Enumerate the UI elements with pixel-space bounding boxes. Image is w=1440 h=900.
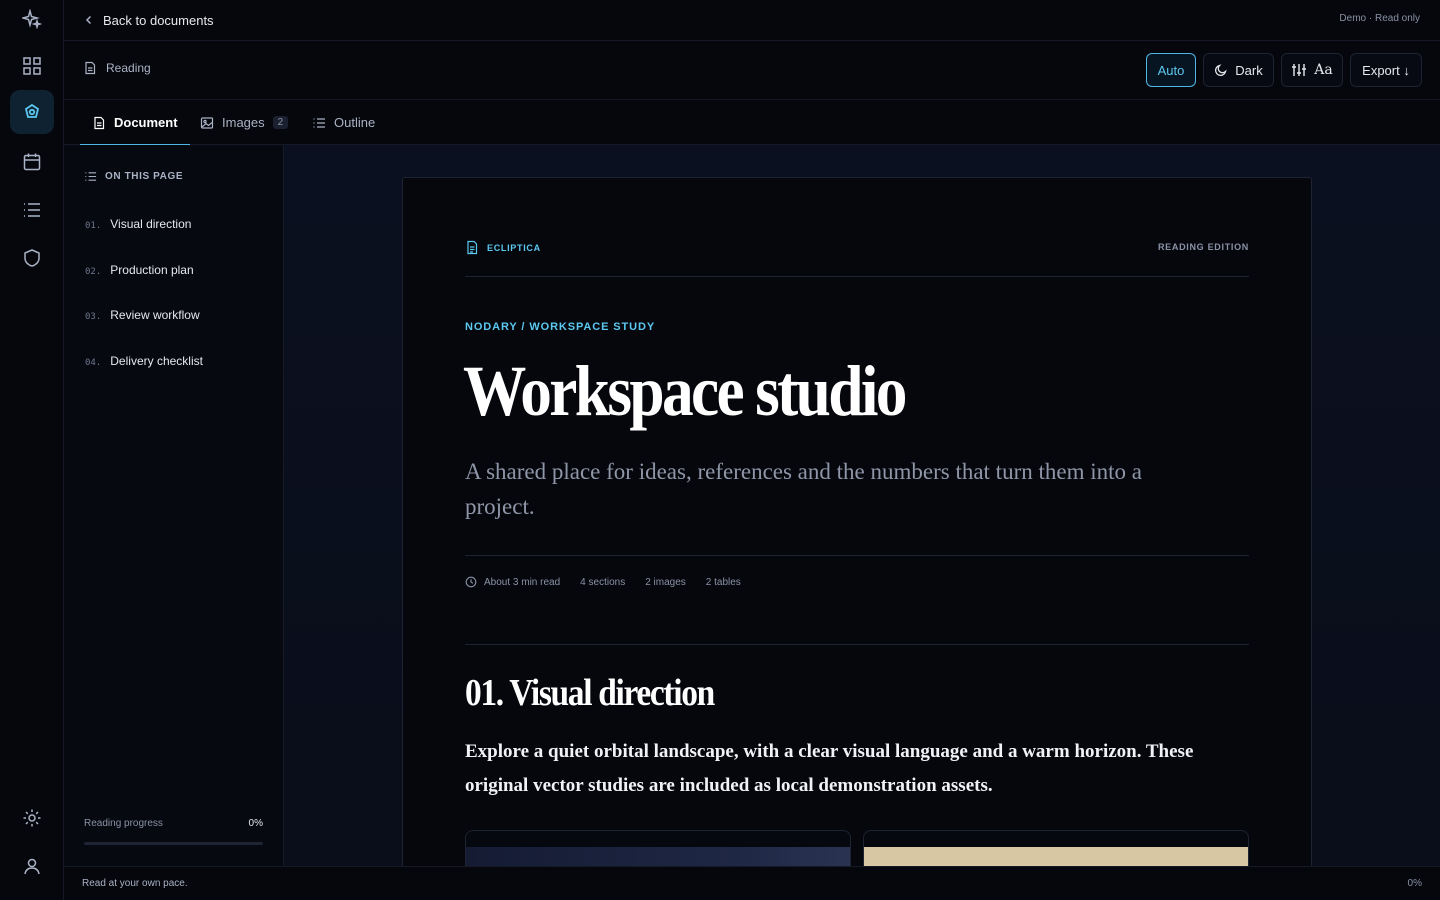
toc-label: Delivery checklist bbox=[110, 354, 203, 368]
toc-label: Review workflow bbox=[110, 308, 200, 322]
document-metadata: About 3 min read 4 sections 2 images 2 t… bbox=[465, 576, 741, 588]
orbital-landscape-image[interactable] bbox=[465, 830, 851, 866]
reading-progress-value: 0% bbox=[248, 818, 263, 829]
reading-progress-bar bbox=[84, 842, 263, 845]
document-icon bbox=[92, 116, 106, 130]
typography-settings-button[interactable]: Aa bbox=[1281, 53, 1343, 87]
divider bbox=[465, 644, 1249, 645]
clock-icon bbox=[465, 576, 477, 588]
document-viewport[interactable]: ECLIPTICA READING EDITION NODARY / WORKS… bbox=[284, 145, 1440, 866]
workspace-icon[interactable] bbox=[10, 90, 54, 134]
toc-label: Production plan bbox=[110, 263, 194, 277]
outline-icon bbox=[312, 116, 326, 130]
auto-theme-button[interactable]: Auto bbox=[1146, 53, 1196, 87]
back-label: Back to documents bbox=[103, 12, 214, 28]
toc-item-delivery-checklist[interactable]: 04. Delivery checklist bbox=[85, 354, 203, 368]
tables-count: 2 tables bbox=[705, 576, 741, 588]
tab-document-label: Document bbox=[114, 115, 178, 130]
images-count-badge: 2 bbox=[272, 116, 289, 129]
footer-progress: 0% bbox=[1407, 878, 1422, 889]
shield-icon[interactable] bbox=[10, 236, 54, 280]
document-title: Workspace studio bbox=[463, 351, 907, 431]
moon-icon bbox=[1214, 63, 1228, 77]
image-artwork bbox=[466, 847, 850, 866]
read-time-label: About 3 min read bbox=[484, 576, 561, 588]
dark-theme-button[interactable]: Dark bbox=[1203, 53, 1274, 87]
document-tabs: Document Images 2 Outline bbox=[64, 100, 1440, 146]
tab-outline-label: Outline bbox=[334, 115, 376, 130]
read-only-status: Demo · Read only bbox=[1339, 13, 1420, 24]
status-footer: Read at your own pace. 0% bbox=[64, 866, 1440, 900]
document-subtitle: A shared place for ideas, references and… bbox=[465, 459, 1142, 519]
reading-progress-label: Reading progress bbox=[84, 818, 163, 829]
toc-title: ON THIS PAGE bbox=[105, 171, 184, 182]
sliders-icon bbox=[1291, 63, 1307, 77]
document-toolbar: Reading Auto Dark Aa Export ↓ bbox=[64, 41, 1440, 100]
toc-item-review-workflow[interactable]: 03. Review workflow bbox=[85, 308, 200, 322]
dark-theme-label: Dark bbox=[1235, 62, 1263, 78]
list-icon bbox=[84, 170, 97, 183]
gear-icon[interactable] bbox=[10, 796, 54, 840]
document-icon bbox=[465, 240, 479, 255]
divider bbox=[465, 555, 1249, 556]
reading-mode: Reading bbox=[83, 61, 151, 75]
back-to-documents-link[interactable]: Back to documents bbox=[84, 10, 214, 30]
tab-document[interactable]: Document bbox=[80, 100, 190, 146]
list-icon[interactable] bbox=[10, 188, 54, 232]
document-icon bbox=[83, 61, 97, 75]
brand: ECLIPTICA bbox=[465, 240, 541, 255]
top-bar: Back to documents Demo · Read only bbox=[64, 0, 1440, 41]
edition-label: READING EDITION bbox=[1157, 242, 1249, 252]
toc-heading: ON THIS PAGE bbox=[84, 170, 183, 183]
toc-label: Visual direction bbox=[110, 217, 192, 231]
user-icon[interactable] bbox=[10, 844, 54, 888]
toc-number: 03. bbox=[85, 312, 102, 322]
toc-item-visual-direction[interactable]: 01. Visual direction bbox=[85, 217, 191, 231]
image-icon bbox=[200, 116, 214, 130]
document-card: ECLIPTICA READING EDITION NODARY / WORKS… bbox=[402, 177, 1312, 866]
toc-number: 01. bbox=[85, 221, 102, 231]
section-body: Explore a quiet orbital landscape, with … bbox=[465, 741, 1194, 796]
chevron-left-icon bbox=[84, 15, 94, 25]
footer-message: Read at your own pace. bbox=[82, 878, 188, 889]
tab-outline[interactable]: Outline bbox=[300, 100, 387, 145]
tab-images-label: Images bbox=[222, 115, 265, 130]
warm-horizon-image[interactable] bbox=[863, 830, 1249, 866]
read-time: About 3 min read bbox=[465, 576, 560, 588]
font-size-label: Aa bbox=[1314, 62, 1333, 78]
image-artwork bbox=[864, 847, 1248, 866]
toc-number: 02. bbox=[85, 267, 102, 277]
section-title: 01. Visual direction bbox=[465, 672, 715, 714]
app-rail bbox=[0, 0, 64, 900]
document-header: ECLIPTICA READING EDITION bbox=[465, 240, 1249, 277]
grid-icon[interactable] bbox=[10, 44, 54, 88]
sections-count: 4 sections bbox=[580, 576, 626, 588]
calendar-icon[interactable] bbox=[10, 140, 54, 184]
export-button[interactable]: Export ↓ bbox=[1350, 53, 1422, 87]
toc-number: 04. bbox=[85, 358, 102, 368]
table-of-contents: ON THIS PAGE 01. Visual direction 02. Pr… bbox=[64, 145, 284, 866]
toc-item-production-plan[interactable]: 02. Production plan bbox=[85, 263, 194, 277]
images-count: 2 images bbox=[645, 576, 686, 588]
reading-mode-label: Reading bbox=[106, 61, 151, 75]
sparkle-icon[interactable] bbox=[10, 0, 54, 41]
document-kicker: NODARY / WORKSPACE STUDY bbox=[465, 321, 656, 333]
brand-name: ECLIPTICA bbox=[487, 242, 541, 253]
tab-images[interactable]: Images 2 bbox=[188, 100, 300, 145]
